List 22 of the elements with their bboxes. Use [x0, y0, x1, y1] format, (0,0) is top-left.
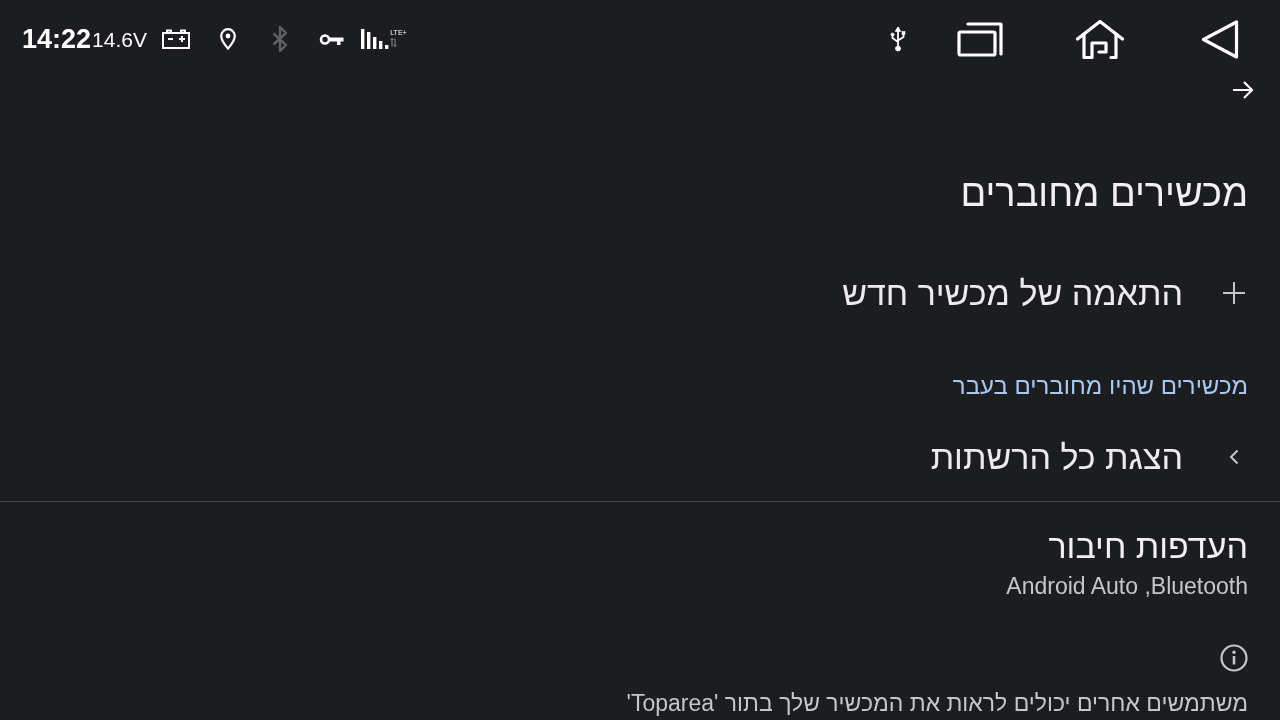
preference-summary: Android Auto ,Bluetooth — [1006, 573, 1248, 599]
menu-item[interactable]: הצגת כל הרשתות — [930, 429, 1248, 485]
triangle-back-icon — [1201, 19, 1239, 59]
usb-icon — [890, 26, 906, 52]
plus-icon — [1222, 281, 1246, 305]
clock-time: 14:22 — [22, 25, 92, 53]
chevron-icon — [1229, 449, 1239, 465]
data-arrows-icon — [390, 37, 398, 47]
home-button[interactable] — [1075, 18, 1125, 60]
recents-icon — [957, 21, 1003, 57]
house-icon — [1075, 18, 1125, 60]
back-arrow-button[interactable] — [1232, 80, 1254, 100]
menu-item[interactable]: התאמה של מכשיר חדש — [842, 265, 1248, 321]
section-header: מכשירים שהיו מחוברים בעבר — [952, 372, 1248, 399]
recents-button[interactable] — [957, 21, 1003, 57]
preference-title[interactable]: העדפות חיבור — [1048, 527, 1248, 565]
info-icon — [1220, 644, 1248, 672]
voltage-reading: 14.6V — [92, 28, 147, 50]
footer-text: משתמשים אחרים יכולים לראות את המכשיר שלך בתור 'Toparea' — [626, 690, 1248, 716]
page-title: מכשירים מחוברים — [960, 172, 1248, 214]
arrow-icon — [1232, 80, 1254, 100]
back-button[interactable] — [1201, 19, 1239, 59]
